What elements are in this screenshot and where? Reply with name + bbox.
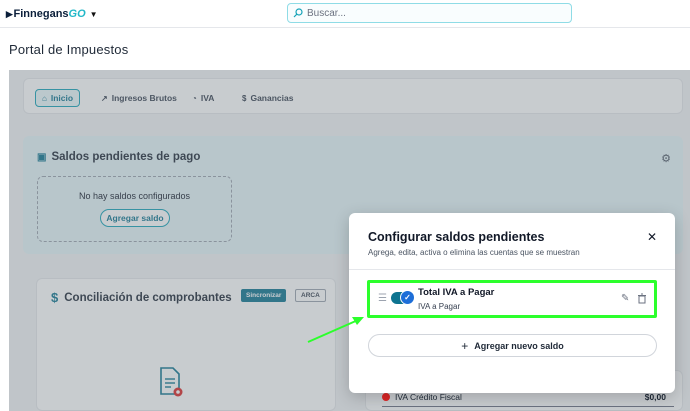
top-bar: ▸ Finnegans GO ▼ bbox=[0, 0, 690, 28]
iva-row-amount: $0,00 bbox=[644, 392, 666, 402]
brand-suffix: GO bbox=[68, 8, 86, 20]
plus-icon: + bbox=[461, 338, 469, 353]
search-input[interactable] bbox=[307, 7, 557, 19]
pencil-icon[interactable]: ✎ bbox=[621, 293, 629, 304]
trash-icon[interactable] bbox=[637, 293, 647, 304]
page-title: Portal de Impuestos bbox=[9, 42, 129, 57]
chevron-down-icon[interactable]: ▼ bbox=[90, 10, 98, 19]
close-icon[interactable]: ✕ bbox=[647, 230, 657, 244]
iva-row-label: IVA Crédito Fiscal bbox=[395, 392, 462, 402]
drag-handle-icon[interactable]: ☰ bbox=[378, 293, 387, 304]
add-new-saldo-button[interactable]: + Agregar nuevo saldo bbox=[368, 334, 657, 357]
saldo-item-title: Total IVA a Pagar bbox=[418, 287, 495, 298]
configurar-saldos-modal: Configurar saldos pendientes Agrega, edi… bbox=[349, 213, 675, 393]
search-box[interactable] bbox=[287, 3, 572, 23]
active-toggle[interactable]: ✓ bbox=[391, 290, 415, 305]
add-new-label: Agregar nuevo saldo bbox=[474, 340, 564, 351]
saldo-item-subtitle: IVA a Pagar bbox=[418, 302, 461, 311]
search-icon bbox=[293, 8, 303, 18]
divider bbox=[349, 269, 675, 270]
brand-name: Finnegans bbox=[13, 8, 69, 20]
status-dot bbox=[382, 393, 390, 401]
annotation-arrow bbox=[307, 317, 364, 343]
saldo-item: ☰ ✓ Total IVA a Pagar IVA a Pagar ✎ bbox=[367, 280, 657, 318]
app-logo[interactable]: ▸ Finnegans GO ▼ bbox=[6, 6, 98, 22]
modal-title: Configurar saldos pendientes bbox=[368, 230, 545, 244]
logo-mark-icon: ▸ bbox=[6, 6, 13, 21]
divider bbox=[382, 406, 674, 407]
check-icon: ✓ bbox=[400, 290, 415, 305]
modal-subtitle: Agrega, edita, activa o elimina las cuen… bbox=[368, 248, 580, 257]
